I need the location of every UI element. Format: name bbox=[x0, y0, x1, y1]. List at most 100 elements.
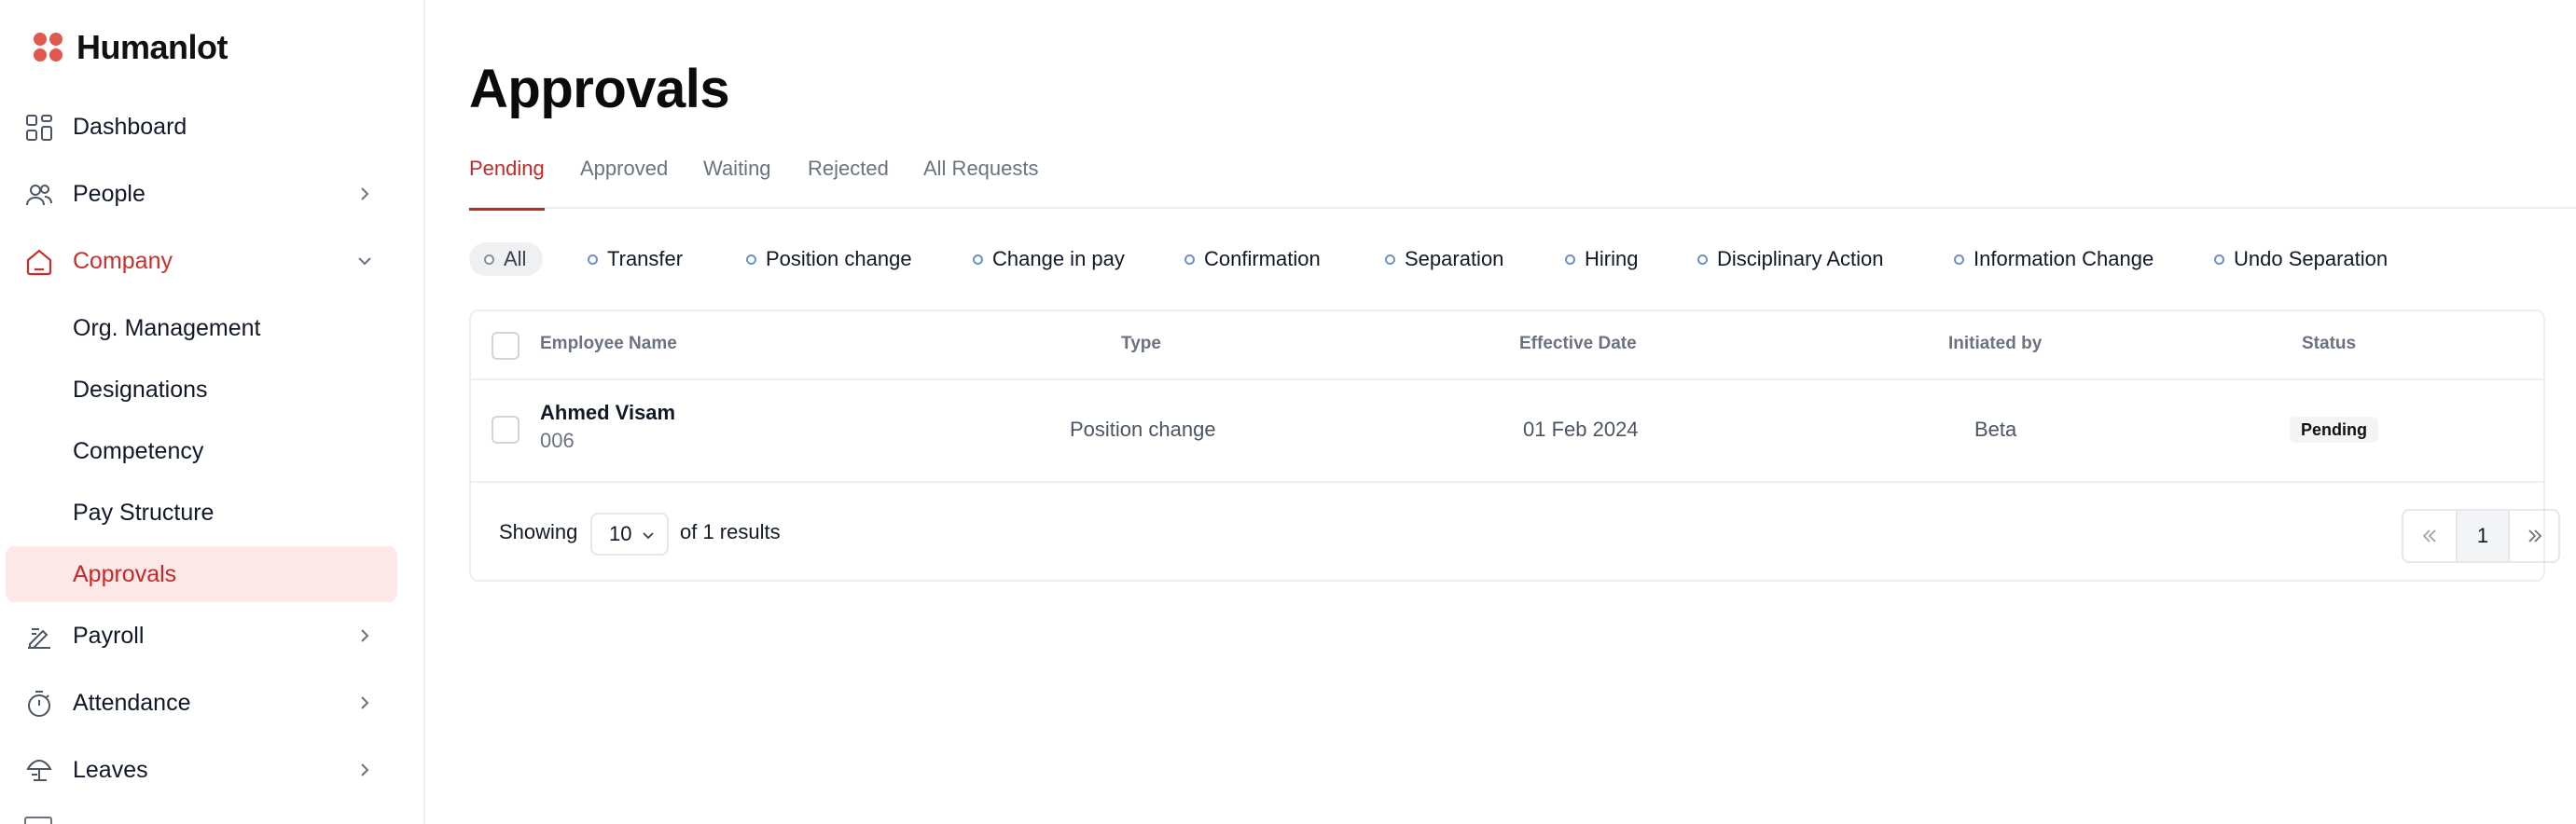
approval-tabs: Pending Approved Waiting Rejected All Re… bbox=[469, 140, 2576, 211]
sidebar-subitem-competency[interactable]: Competency bbox=[6, 423, 397, 479]
tab-pending[interactable]: Pending bbox=[469, 157, 545, 211]
sidebar-item-label: Payroll bbox=[73, 622, 145, 649]
sidebar-item-leaves[interactable]: Leaves bbox=[6, 742, 397, 798]
home-icon bbox=[26, 249, 52, 276]
umbrella-icon bbox=[26, 759, 52, 781]
circle-icon bbox=[484, 254, 494, 265]
chevrons-right-icon bbox=[2528, 529, 2542, 542]
chevron-right-icon bbox=[361, 629, 369, 642]
circle-icon bbox=[973, 254, 983, 265]
approvals-table-card: Employee Name Type Effective Date Initia… bbox=[469, 309, 2560, 582]
filter-chip-label: Information Change bbox=[1974, 247, 2154, 270]
filter-chip-label: Undo Separation bbox=[2234, 247, 2389, 270]
sidebar-item-attendance[interactable]: Attendance bbox=[6, 675, 397, 731]
row-checkbox[interactable] bbox=[492, 416, 519, 444]
brand-logo[interactable]: Humanlot bbox=[34, 28, 229, 67]
sidebar-item-label: Dashboard bbox=[73, 113, 187, 140]
next-page-button[interactable] bbox=[2510, 511, 2558, 561]
filter-chip-label: All bbox=[504, 247, 527, 270]
column-header-status: Status bbox=[2302, 334, 2357, 353]
filter-chip-change-in-pay[interactable]: Change in pay bbox=[973, 242, 1125, 276]
filter-chip-undo-separation[interactable]: Undo Separation bbox=[2214, 242, 2388, 276]
filter-chip-all[interactable]: All bbox=[469, 242, 544, 276]
stopwatch-icon bbox=[28, 691, 50, 717]
sidebar-subitem-label: Org. Management bbox=[73, 315, 261, 341]
filter-chip-hiring[interactable]: Hiring bbox=[1565, 242, 1638, 276]
filter-chip-label: Transfer bbox=[607, 247, 684, 270]
effective-date: 01 Feb 2024 bbox=[1523, 418, 1639, 441]
column-header-employee-name: Employee Name bbox=[540, 334, 677, 353]
sidebar-item-people[interactable]: People bbox=[6, 166, 397, 222]
filter-chip-information-change[interactable]: Information Change bbox=[1954, 242, 2154, 276]
circle-icon bbox=[746, 254, 756, 265]
results-count: of 1 results bbox=[680, 520, 781, 543]
tab-rejected[interactable]: Rejected bbox=[808, 157, 889, 209]
filter-chip-label: Hiring bbox=[1585, 247, 1639, 270]
sidebar-item-company[interactable]: Company bbox=[6, 233, 397, 289]
logo-mark-icon bbox=[34, 33, 63, 62]
circle-icon bbox=[1385, 254, 1395, 265]
request-type: Position change bbox=[1070, 418, 1216, 441]
main-content: Approvals Pending Approved Waiting Rejec… bbox=[427, 0, 2576, 824]
sidebar-item-label: People bbox=[73, 180, 145, 207]
showing-label: Showing bbox=[499, 520, 578, 543]
employee-id: 006 bbox=[540, 429, 575, 452]
filter-chip-transfer[interactable]: Transfer bbox=[588, 242, 683, 276]
sidebar-item-dashboard[interactable]: Dashboard bbox=[6, 99, 397, 155]
sidebar-item-label: Company bbox=[73, 247, 173, 274]
rows-per-page-select[interactable]: 10 bbox=[590, 513, 669, 556]
sidebar-subitem-label: Pay Structure bbox=[73, 500, 215, 526]
column-header-initiated-by: Initiated by bbox=[1948, 334, 2043, 353]
brand-name: Humanlot bbox=[76, 28, 229, 66]
circle-icon bbox=[1954, 254, 1964, 265]
filter-chip-label: Separation bbox=[1405, 247, 1504, 270]
pagination: 1 bbox=[2402, 509, 2560, 563]
sidebar-item-label: Leaves bbox=[73, 756, 148, 783]
circle-icon bbox=[1697, 254, 1708, 265]
status-badge: Pending bbox=[2290, 417, 2378, 443]
sidebar-subitem-label: Approvals bbox=[73, 561, 177, 587]
filter-chip-label: Disciplinary Action bbox=[1717, 247, 1884, 270]
circle-icon bbox=[2214, 254, 2224, 265]
sidebar-subitem-pay-structure[interactable]: Pay Structure bbox=[6, 485, 397, 541]
page-number-button[interactable]: 1 bbox=[2456, 511, 2510, 561]
sidebar-subitem-label: Designations bbox=[73, 377, 208, 403]
grid-icon bbox=[26, 115, 52, 141]
people-icon bbox=[26, 185, 52, 206]
sidebar-subitem-org-management[interactable]: Org. Management bbox=[6, 300, 397, 356]
circle-icon bbox=[588, 254, 598, 265]
table-footer: Showing 10 of 1 results 1 bbox=[471, 485, 2560, 582]
select-all-checkbox[interactable] bbox=[492, 332, 519, 360]
chevron-down-icon bbox=[358, 257, 371, 266]
sidebar: Humanlot Dashboard People Company Org. M… bbox=[0, 0, 425, 824]
cut-off-icon bbox=[24, 817, 52, 824]
sidebar-subitem-approvals[interactable]: Approvals bbox=[6, 546, 397, 602]
filter-chip-label: Change in pay bbox=[992, 247, 1125, 270]
page-title: Approvals bbox=[469, 59, 730, 119]
circle-icon bbox=[1565, 254, 1575, 265]
tab-waiting[interactable]: Waiting bbox=[703, 157, 771, 209]
payroll-icon bbox=[28, 628, 50, 649]
chevron-right-icon bbox=[361, 696, 369, 709]
filter-chip-position-change[interactable]: Position change bbox=[746, 242, 912, 276]
filter-chip-disciplinary-action[interactable]: Disciplinary Action bbox=[1697, 242, 1884, 276]
tab-all-requests[interactable]: All Requests bbox=[923, 157, 1039, 209]
initiated-by: Beta bbox=[1974, 418, 2017, 441]
previous-page-button[interactable] bbox=[2403, 511, 2456, 561]
chevron-right-icon bbox=[361, 187, 369, 200]
sidebar-subitem-designations[interactable]: Designations bbox=[6, 362, 397, 418]
column-header-effective-date: Effective Date bbox=[1519, 334, 1637, 353]
column-header-type: Type bbox=[1121, 334, 1161, 353]
employee-name[interactable]: Ahmed Visam bbox=[540, 401, 675, 425]
chevron-down-icon bbox=[643, 532, 654, 540]
rows-per-page-value: 10 bbox=[609, 522, 632, 545]
filter-chip-confirmation[interactable]: Confirmation bbox=[1184, 242, 1321, 276]
filter-chip-label: Position change bbox=[766, 247, 912, 270]
chevrons-left-icon bbox=[2422, 529, 2436, 542]
table-row[interactable]: Ahmed Visam 006 Position change 01 Feb 2… bbox=[471, 380, 2543, 483]
filter-chip-separation[interactable]: Separation bbox=[1385, 242, 1503, 276]
tab-approved[interactable]: Approved bbox=[580, 157, 668, 209]
sidebar-item-payroll[interactable]: Payroll bbox=[6, 608, 397, 664]
filter-chip-label: Confirmation bbox=[1204, 247, 1321, 270]
table-header: Employee Name Type Effective Date Initia… bbox=[471, 311, 2543, 380]
